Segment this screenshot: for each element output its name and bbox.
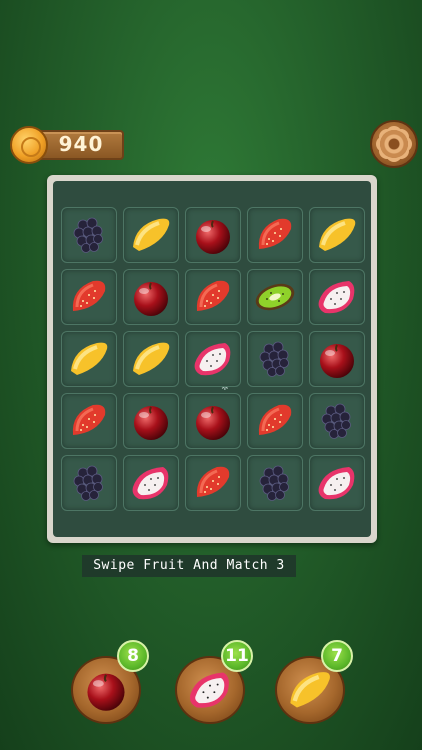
cherry-icon	[87, 673, 125, 711]
coin-icon	[10, 126, 48, 164]
board-cell[interactable]	[309, 331, 365, 387]
strawberry-icon	[196, 466, 230, 497]
board-cell[interactable]	[61, 269, 117, 325]
board-cell[interactable]	[185, 207, 241, 263]
orange-slice-icon	[71, 342, 108, 375]
kiwi-icon	[255, 283, 295, 311]
goal-orange-slice: 7	[275, 640, 353, 724]
cherry-icon	[134, 282, 168, 316]
board-cell[interactable]	[309, 393, 365, 449]
blackberry-icon	[259, 341, 289, 377]
board-cell[interactable]	[247, 269, 303, 325]
board-cell[interactable]	[247, 207, 303, 263]
board-cell[interactable]	[123, 393, 179, 449]
cherry-icon	[196, 406, 230, 440]
coin-value: 940	[58, 132, 104, 156]
board-cell[interactable]	[185, 331, 241, 387]
goal-dragonfruit: 11	[175, 640, 253, 724]
dragonfruit-icon	[318, 281, 355, 314]
orange-slice-icon	[133, 342, 170, 375]
board-cell[interactable]	[123, 455, 179, 511]
orange-slice-icon	[133, 218, 170, 251]
board-cell[interactable]	[61, 207, 117, 263]
board-cell[interactable]	[61, 455, 117, 511]
board-cell[interactable]	[61, 331, 117, 387]
board-cell[interactable]	[247, 331, 303, 387]
cherry-icon	[196, 220, 230, 254]
board-cell[interactable]	[309, 269, 365, 325]
board-cell[interactable]	[123, 269, 179, 325]
board-cell[interactable]	[61, 393, 117, 449]
cherry-icon	[134, 406, 168, 440]
goal-count-badge: 11	[221, 640, 253, 672]
blackberry-icon	[321, 403, 351, 439]
cherry-icon	[320, 344, 354, 378]
strawberry-icon	[72, 280, 106, 311]
hint-text: Swipe Fruit And Match 3	[82, 555, 296, 577]
blackberry-icon	[73, 465, 103, 501]
board-cell[interactable]	[247, 393, 303, 449]
goal-count-badge: 8	[117, 640, 149, 672]
dragonfruit-icon	[194, 343, 231, 376]
board-cell[interactable]	[185, 393, 241, 449]
board-cell[interactable]	[309, 455, 365, 511]
orange-slice-icon	[319, 218, 356, 251]
goal-count-badge: 7	[321, 640, 353, 672]
board-cell[interactable]	[185, 269, 241, 325]
dragonfruit-icon	[189, 672, 229, 708]
orange-slice-icon	[290, 672, 330, 708]
board-cell[interactable]	[123, 331, 179, 387]
board-cell[interactable]	[247, 455, 303, 511]
strawberry-icon	[72, 404, 106, 435]
dragonfruit-icon	[318, 467, 355, 500]
blackberry-icon	[259, 465, 289, 501]
strawberry-icon	[196, 280, 230, 311]
strawberry-icon	[258, 218, 292, 249]
strawberry-icon	[258, 404, 292, 435]
settings-button[interactable]	[370, 120, 418, 168]
blackberry-icon	[73, 217, 103, 253]
board-cell[interactable]	[185, 455, 241, 511]
dragonfruit-icon	[132, 467, 169, 500]
board-cell[interactable]	[123, 207, 179, 263]
board-cell[interactable]	[309, 207, 365, 263]
game-board: ✦ ✲ ✲ ·	[47, 175, 377, 543]
coin-counter: 940	[10, 126, 124, 164]
board-grid: ✦ ✲ ✲ ·	[53, 181, 371, 537]
goal-cherry: 8	[71, 640, 149, 724]
gear-icon	[380, 130, 408, 158]
